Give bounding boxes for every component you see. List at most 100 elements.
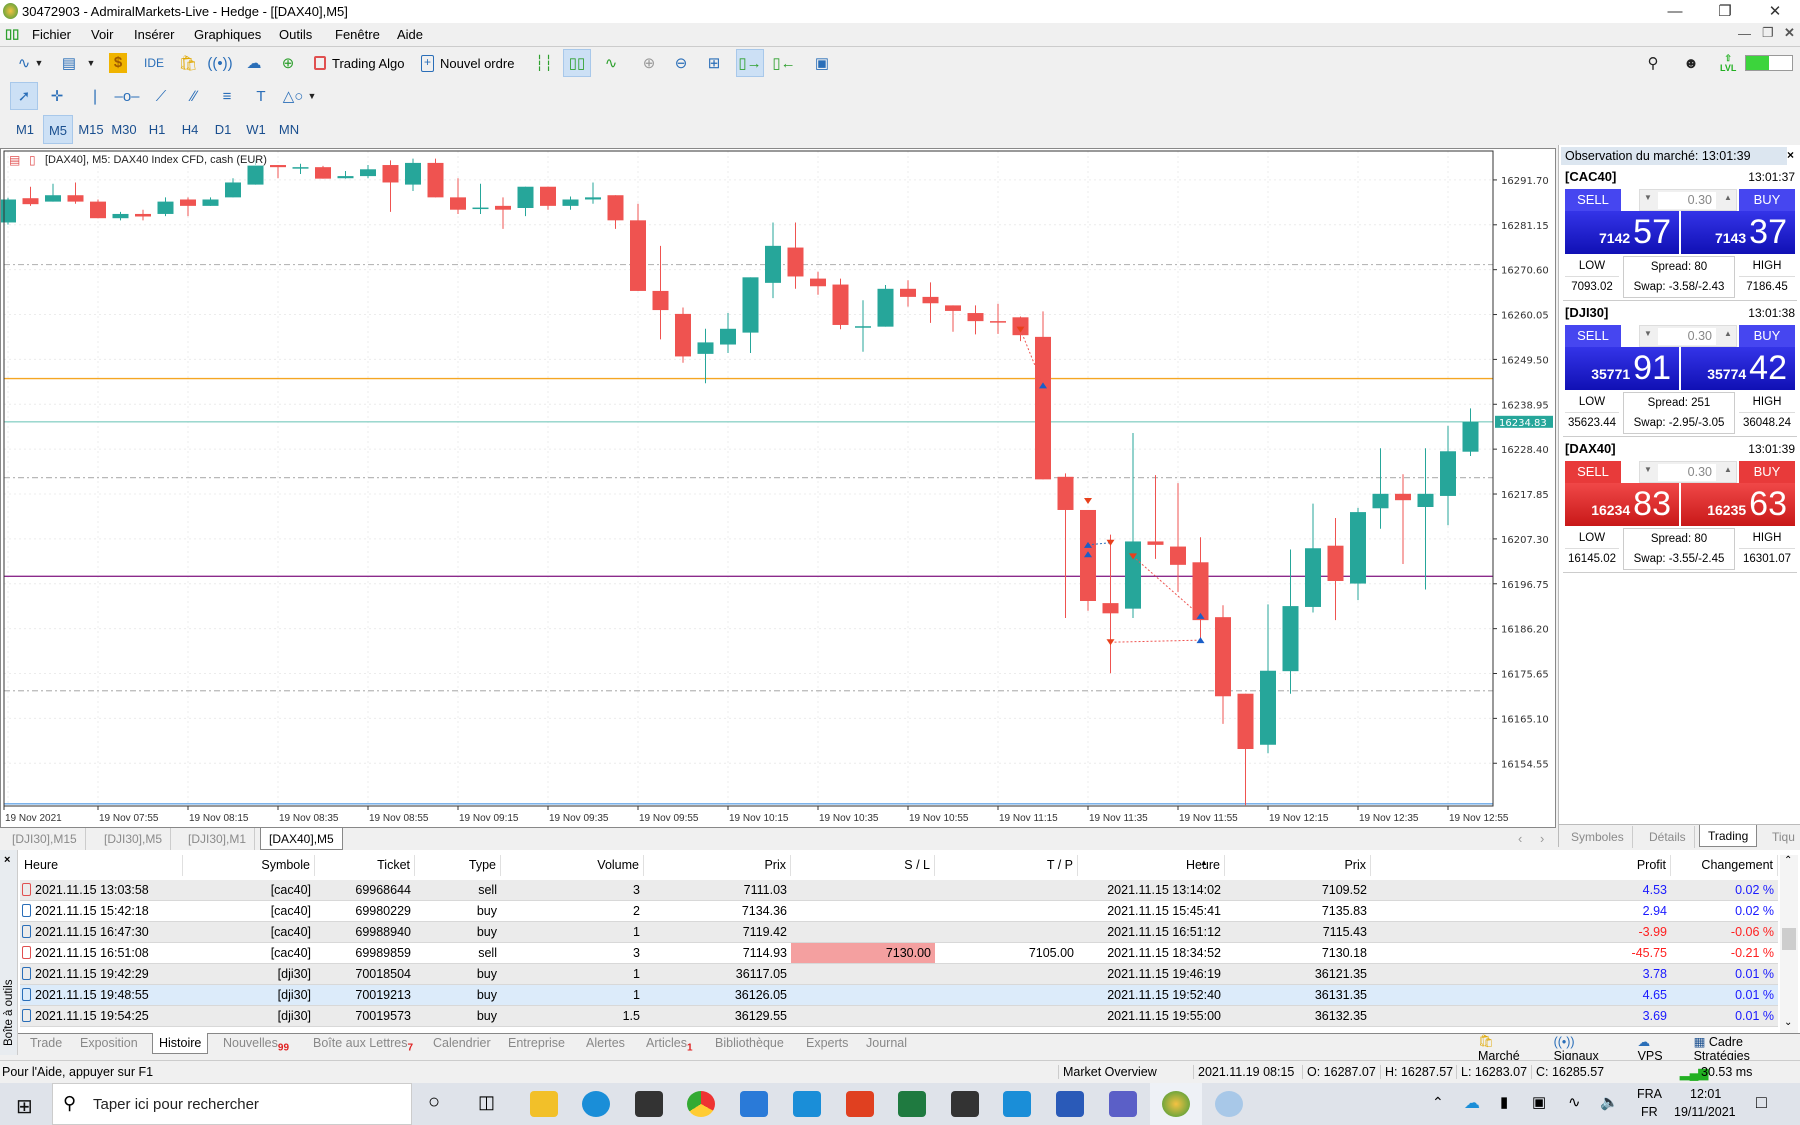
chart-window[interactable]: 16291.70 16281.15 16270.60 16260.05 16249.50…: [0, 148, 1556, 828]
paint-icon[interactable]: [1215, 1091, 1243, 1117]
signals-link[interactable]: ((•)) Signaux: [1554, 1035, 1622, 1063]
toolbox-tab-journal[interactable]: Journal: [866, 1033, 907, 1054]
scroll-up-icon[interactable]: ⌃: [1784, 855, 1792, 866]
target-add-icon[interactable]: ⊕: [274, 49, 302, 77]
channel-icon[interactable]: ∕∕: [180, 82, 208, 110]
line-chart-icon[interactable]: ∿: [597, 49, 625, 77]
toolbox-tab-alertes[interactable]: Alertes: [586, 1033, 625, 1054]
tab-ticks[interactable]: Tiqu: [1764, 826, 1800, 848]
store-icon[interactable]: [635, 1091, 663, 1117]
column-header-type[interactable]: Type: [415, 855, 501, 876]
column-header-ticket[interactable]: Ticket: [315, 855, 415, 876]
onedrive-icon[interactable]: ☁: [1464, 1093, 1480, 1113]
tile-windows-icon[interactable]: ⊞: [700, 49, 728, 77]
mdi-minimize-button[interactable]: —: [1738, 26, 1751, 41]
new-order-button[interactable]: + Nouvel ordre: [421, 49, 514, 77]
table-row[interactable]: 2021.11.15 16:51:08 [cac40] 69989859 sell 3 7…: [20, 943, 1778, 964]
table-row[interactable]: 2021.11.15 19:48:55 [dji30] 70019213 buy 1 36…: [20, 985, 1778, 1006]
market-bag-icon[interactable]: 🛍: [174, 49, 202, 77]
menu-inserer[interactable]: Insérer: [134, 27, 174, 42]
symbol-icon[interactable]: ▯: [29, 153, 36, 167]
timeframe-m30[interactable]: M30: [109, 115, 139, 144]
language-secondary[interactable]: FR: [1641, 1105, 1658, 1119]
trendline-icon[interactable]: ⟋: [147, 82, 175, 110]
clock-time[interactable]: 12:01: [1690, 1087, 1721, 1101]
timeframe-m1[interactable]: M1: [10, 115, 40, 144]
windows-start-icon[interactable]: ⊞: [16, 1094, 33, 1119]
toolbox-tab-articles[interactable]: Articles1: [646, 1033, 693, 1054]
timeframe-d1[interactable]: D1: [208, 115, 238, 144]
chrome-icon[interactable]: [687, 1091, 715, 1117]
chart-tab[interactable]: [DJI30],M5: [96, 828, 172, 850]
zoom-out-icon[interactable]: ⊖: [667, 49, 695, 77]
chart-tab[interactable]: [DJI30],M1: [180, 828, 256, 850]
vps-link[interactable]: ☁ VPS: [1638, 1034, 1678, 1063]
tab-scroll-left-icon[interactable]: ‹: [1518, 831, 1522, 846]
language-primary[interactable]: FRA: [1637, 1087, 1662, 1101]
wifi-icon[interactable]: ∿: [1568, 1093, 1581, 1111]
toolbox-tab-calendrier[interactable]: Calendrier: [433, 1033, 491, 1054]
sell-button[interactable]: SELL: [1565, 189, 1621, 211]
horizontal-line-icon[interactable]: –o–: [113, 82, 141, 110]
candlestick-chart-icon[interactable]: ▯▯: [563, 49, 591, 77]
bar-chart-icon[interactable]: ┆┆: [530, 49, 558, 77]
tab-trading[interactable]: Trading: [1699, 825, 1758, 847]
menu-aide[interactable]: Aide: [397, 27, 423, 42]
ask-price-button[interactable]: 714337: [1681, 211, 1795, 254]
battery-icon[interactable]: ▮: [1500, 1093, 1508, 1111]
buy-button[interactable]: BUY: [1739, 325, 1795, 347]
close-button[interactable]: ✕: [1750, 0, 1800, 23]
word-icon[interactable]: [1056, 1091, 1084, 1117]
office-icon[interactable]: [846, 1091, 874, 1117]
menu-graphiques[interactable]: Graphiques: [194, 27, 261, 42]
toolbox-tab-bo-te-aux-lettres[interactable]: Boîte aux Lettres7: [313, 1033, 413, 1054]
minimize-button[interactable]: —: [1650, 0, 1700, 23]
column-header-sl[interactable]: S / L: [791, 855, 935, 876]
column-header-profit[interactable]: Profit: [1371, 855, 1671, 876]
cortana-icon[interactable]: ○: [428, 1091, 440, 1114]
crosshair-icon[interactable]: ✛: [43, 82, 71, 110]
column-header-volume[interactable]: Volume: [501, 855, 644, 876]
menu-voir[interactable]: Voir: [91, 27, 113, 42]
taskbar-search-box[interactable]: ⚲ Taper ici pour rechercher: [52, 1083, 412, 1125]
column-header-prix2[interactable]: Prix: [1225, 855, 1371, 876]
tab-scroll-right-icon[interactable]: ›: [1540, 831, 1544, 846]
buy-button[interactable]: BUY: [1739, 189, 1795, 211]
column-header-tp[interactable]: T / P: [935, 855, 1078, 876]
fibonacci-icon[interactable]: ≡: [213, 82, 241, 110]
tab-symboles[interactable]: Symboles: [1563, 826, 1633, 848]
lot-input[interactable]: 0.30: [1658, 192, 1716, 209]
column-header-symbole[interactable]: Symbole: [183, 855, 315, 876]
lot-input[interactable]: 0.30: [1658, 328, 1716, 345]
timeframe-h4[interactable]: H4: [175, 115, 205, 144]
chevron-down-icon[interactable]: ▼: [305, 82, 319, 110]
tab-details[interactable]: Détails: [1641, 826, 1695, 848]
clock-date[interactable]: 19/11/2021: [1674, 1105, 1736, 1119]
mdi-restore-button[interactable]: ❐: [1762, 25, 1774, 41]
edge-icon[interactable]: [582, 1091, 610, 1117]
vertical-line-icon[interactable]: ❘: [81, 82, 109, 110]
table-row[interactable]: 2021.11.15 19:42:29 [dji30] 70018504 buy 1 36…: [20, 964, 1778, 985]
tray-expand-icon[interactable]: ⌃: [1432, 1094, 1444, 1111]
sell-arrow-icon[interactable]: [1106, 539, 1115, 546]
lot-input[interactable]: 0.30: [1658, 464, 1716, 481]
shapes-icon[interactable]: △○: [279, 82, 307, 110]
chevron-up-icon[interactable]: ▲: [1724, 329, 1732, 338]
trading-algo-button[interactable]: Trading Algo: [314, 49, 405, 77]
chart-tab[interactable]: [DJI30],M15: [4, 828, 86, 850]
lot-stepper[interactable]: ▼ 0.30 ▲: [1639, 325, 1737, 347]
file-explorer-icon[interactable]: [530, 1091, 558, 1117]
toolbox-tab-exposition[interactable]: Exposition: [80, 1033, 138, 1054]
toolbox-close-icon[interactable]: ×: [4, 854, 10, 866]
timeframe-mn[interactable]: MN: [274, 115, 304, 144]
timeframe-w1[interactable]: W1: [241, 115, 271, 144]
table-scrollbar[interactable]: ⌃ ⌄: [1780, 855, 1798, 1033]
chart-shift-icon[interactable]: ▯→: [736, 49, 764, 77]
vscode-icon[interactable]: [1003, 1091, 1031, 1117]
excel-icon[interactable]: [898, 1091, 926, 1117]
mdi-close-button[interactable]: ✕: [1784, 25, 1795, 41]
chevron-down-icon[interactable]: ▼: [84, 49, 98, 77]
task-view-icon[interactable]: ◫: [478, 1092, 495, 1113]
market-link[interactable]: 🛍 Marché: [1478, 1034, 1538, 1063]
table-row[interactable]: 2021.11.15 15:42:18 [cac40] 69980229 buy 2 71…: [20, 901, 1778, 922]
